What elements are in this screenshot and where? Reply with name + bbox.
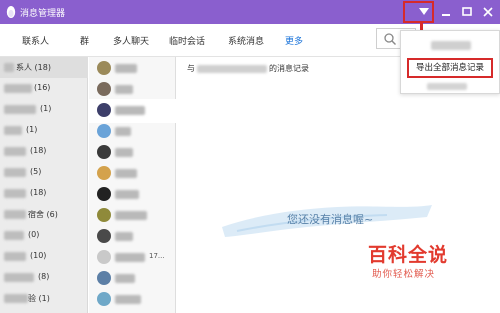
- group-item[interactable]: 验 (1): [0, 288, 88, 309]
- group-item[interactable]: (1): [0, 99, 88, 120]
- tab-temp-session[interactable]: 临时会话: [169, 34, 205, 47]
- group-item[interactable]: (10): [0, 246, 88, 267]
- group-item[interactable]: 系人 (18): [0, 57, 88, 78]
- avatar: [97, 124, 111, 138]
- message-header: 与的消息记录: [187, 64, 309, 73]
- tab-multi-chat[interactable]: 多人聊天: [113, 34, 149, 47]
- avatar: [97, 187, 111, 201]
- maximize-icon: [462, 7, 472, 16]
- window-title: 消息管理器: [20, 9, 66, 19]
- export-all-messages-item[interactable]: 导出全部消息记录: [407, 58, 493, 78]
- contact-item[interactable]: [89, 288, 176, 312]
- contact-list: 17...: [89, 57, 176, 313]
- group-item[interactable]: (18): [0, 183, 88, 204]
- group-item[interactable]: (18): [0, 141, 88, 162]
- avatar: [97, 250, 111, 264]
- blurred-menu-item[interactable]: [427, 83, 467, 90]
- minimize-icon: [442, 14, 450, 16]
- dropdown-highlight-box: [403, 1, 434, 23]
- penguin-icon: [6, 6, 16, 18]
- avatar: [97, 229, 111, 243]
- maximize-button[interactable]: [457, 2, 477, 22]
- avatar: [97, 145, 111, 159]
- watermark-title: 百科全说: [368, 244, 449, 266]
- tab-more[interactable]: 更多: [285, 34, 303, 47]
- minimize-button[interactable]: [436, 2, 456, 22]
- message-panel: 与的消息记录 您还没有消息喔~: [177, 57, 500, 313]
- avatar: [97, 82, 111, 96]
- group-item[interactable]: (8): [0, 267, 88, 288]
- avatar: [97, 61, 111, 75]
- group-item[interactable]: (0): [0, 225, 88, 246]
- group-item[interactable]: 宿舍 (6): [0, 204, 88, 225]
- avatar: [97, 292, 111, 306]
- tab-contacts[interactable]: 联系人: [22, 34, 49, 47]
- group-item[interactable]: (1): [0, 120, 88, 141]
- close-button[interactable]: [478, 2, 498, 22]
- dropdown-menu: 导出全部消息记录: [400, 30, 500, 94]
- close-icon: [483, 7, 493, 17]
- group-item[interactable]: (5): [0, 162, 88, 183]
- tab-groups[interactable]: 群: [80, 34, 89, 47]
- tab-system-messages[interactable]: 系统消息: [228, 34, 264, 47]
- watermark-subtitle: 助你轻松解决: [372, 269, 436, 280]
- group-item[interactable]: (16): [0, 78, 88, 99]
- avatar: [97, 271, 111, 285]
- avatar: [97, 103, 111, 117]
- avatar: [97, 166, 111, 180]
- group-list: 系人 (18) (16) (1) (1) (18) (5) (18) 宿舍 (6…: [0, 57, 88, 313]
- blurred-menu-item[interactable]: [431, 41, 471, 50]
- search-icon: [384, 33, 396, 45]
- empty-message-text: 您还没有消息喔~: [287, 213, 374, 226]
- avatar: [97, 208, 111, 222]
